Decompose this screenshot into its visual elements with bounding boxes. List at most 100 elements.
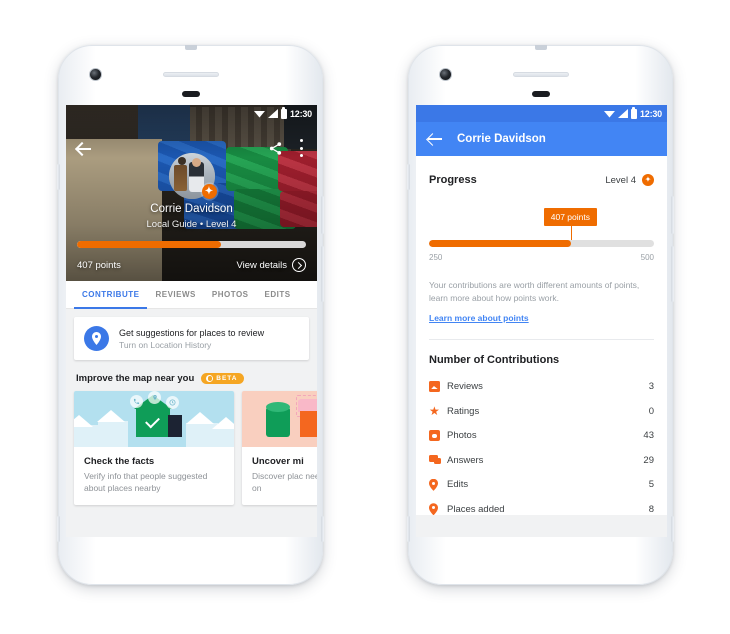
contribution-label: Answers — [447, 454, 484, 466]
tab-edits[interactable]: EDITS — [257, 281, 299, 308]
app-bar-title: Corrie Davidson — [457, 133, 546, 145]
star-icon: ★ — [429, 403, 440, 418]
points-tooltip: 407 points — [543, 208, 597, 226]
beta-dot-icon — [206, 375, 214, 382]
front-camera — [439, 68, 452, 81]
contributions-list: Reviews 3 ★ Ratings 0 Photos 43 Answers … — [429, 375, 654, 522]
review-icon — [429, 381, 447, 393]
progress-bar — [429, 240, 654, 247]
battery-icon — [630, 106, 637, 119]
scale-min: 250 — [429, 253, 443, 262]
status-time: 12:30 — [639, 108, 662, 119]
card-check-the-facts[interactable]: Check the facts Verify info that people … — [74, 391, 234, 505]
progress-heading: Progress — [429, 174, 477, 186]
contribution-label: Ratings — [447, 405, 480, 417]
improve-heading: Improve the map near you — [76, 373, 195, 384]
suggestions-subtitle: Turn on Location History — [119, 339, 212, 350]
proximity-sensor — [181, 91, 200, 97]
list-item[interactable]: Reviews 3 — [429, 375, 654, 400]
more-vertical-icon[interactable] — [299, 139, 303, 157]
improve-section-header: Improve the map near you BETA — [76, 373, 309, 384]
side-accent-left-lower — [57, 516, 60, 542]
level-badge-glyph: ✦ — [204, 185, 214, 197]
antenna-nub — [184, 45, 197, 50]
side-accent-left-lower — [407, 516, 410, 542]
clock-icon — [166, 396, 179, 409]
side-accent-lower — [321, 516, 324, 542]
side-accent-left-upper — [57, 164, 60, 190]
profile-tabs: CONTRIBUTE REVIEWS PHOTOS EDITS — [66, 281, 317, 309]
back-arrow-icon[interactable] — [428, 132, 443, 146]
contribution-value: 8 — [648, 503, 654, 515]
signal-icon — [267, 109, 278, 118]
back-arrow-icon[interactable] — [76, 141, 92, 157]
power-button[interactable] — [671, 246, 674, 302]
contribution-value: 43 — [643, 430, 654, 442]
profile-hero: 12:30 ✦ Corrie Davidson Local Guide • Le… — [66, 105, 317, 281]
avatar[interactable]: ✦ — [168, 153, 217, 199]
side-accent-lower — [671, 516, 674, 542]
beta-badge: BETA — [201, 373, 245, 384]
scale-max: 500 — [640, 253, 654, 262]
profile-subtitle: Local Guide • Level 4 — [146, 219, 237, 230]
contribution-label: Photos — [447, 430, 477, 442]
contribution-label: Places added — [447, 503, 505, 515]
contribution-value: 3 — [648, 381, 654, 393]
earpiece-speaker — [162, 72, 219, 77]
answers-icon — [429, 455, 447, 465]
signal-icon — [617, 109, 628, 118]
section-divider — [429, 338, 654, 340]
location-pin-icon — [84, 326, 109, 351]
contribution-value: 29 — [643, 454, 654, 466]
contribution-value: 5 — [648, 479, 654, 491]
volume-button[interactable] — [321, 196, 324, 234]
pin-icon — [148, 391, 161, 404]
photo-icon — [429, 430, 447, 442]
progress-header: Progress Level 4 ✦ — [429, 156, 654, 186]
power-button[interactable] — [321, 246, 324, 302]
tab-contribute[interactable]: CONTRIBUTE — [74, 281, 148, 309]
volume-button[interactable] — [671, 196, 674, 234]
page-footer-strip — [416, 515, 667, 537]
tooltip-connector — [570, 226, 573, 240]
level-badge-icon: ✦ — [201, 184, 217, 199]
list-item[interactable]: Photos 43 — [429, 424, 654, 449]
screenshot-stage: 12:30 ✦ Corrie Davidson Local Guide • Le… — [0, 0, 730, 634]
card-title: Uncover mi — [252, 456, 304, 467]
list-item[interactable]: ★ Ratings 0 — [429, 399, 654, 424]
earpiece-speaker — [512, 72, 569, 77]
suggestions-title: Get suggestions for places to review — [119, 327, 265, 338]
suggestions-card[interactable]: Get suggestions for places to review Tur… — [74, 317, 309, 360]
card-uncover-missing[interactable]: Uncover mi Discover plac need info on — [242, 391, 317, 505]
phone-device-right: 12:30 Corrie Davidson Progress Level 4 ✦ — [407, 45, 674, 585]
status-bar-left: 12:30 — [66, 105, 317, 122]
hero-footer: 407 points View details — [77, 258, 306, 272]
progress-page-body: Progress Level 4 ✦ 407 points 250 500 Yo… — [416, 156, 667, 537]
progress-tooltip-wrap: 407 points — [429, 208, 654, 240]
hero-points-label: 407 points — [77, 259, 121, 271]
list-item[interactable]: Answers 29 — [429, 448, 654, 473]
map-pin-icon — [429, 479, 447, 491]
shapes-illustration — [242, 391, 317, 447]
learn-more-link[interactable]: Learn more about points — [429, 313, 529, 323]
view-details-button[interactable]: View details — [236, 258, 306, 272]
points-note: Your contributions are worth different a… — [429, 280, 640, 303]
list-item[interactable]: Edits 5 — [429, 473, 654, 498]
level-badge-icon: ✦ — [642, 174, 654, 186]
wifi-icon — [253, 110, 265, 118]
card-title: Check the facts — [84, 456, 155, 467]
phone-icon — [130, 395, 143, 408]
beta-label: BETA — [216, 375, 238, 382]
tab-photos[interactable]: PHOTOS — [204, 281, 257, 308]
improve-cards: Check the facts Verify info that people … — [74, 391, 317, 505]
phone-screen-left: 12:30 ✦ Corrie Davidson Local Guide • Le… — [66, 105, 317, 537]
level-label: Level 4 — [605, 174, 636, 186]
side-accent-left-upper — [407, 164, 410, 190]
view-details-label: View details — [236, 259, 287, 271]
status-bar-right-bg: 12:30 — [416, 105, 667, 122]
status-bar-right: 12:30 — [416, 105, 667, 122]
share-icon[interactable] — [268, 141, 283, 156]
antenna-nub — [534, 45, 547, 50]
tab-reviews[interactable]: REVIEWS — [147, 281, 203, 308]
status-time: 12:30 — [289, 108, 312, 119]
